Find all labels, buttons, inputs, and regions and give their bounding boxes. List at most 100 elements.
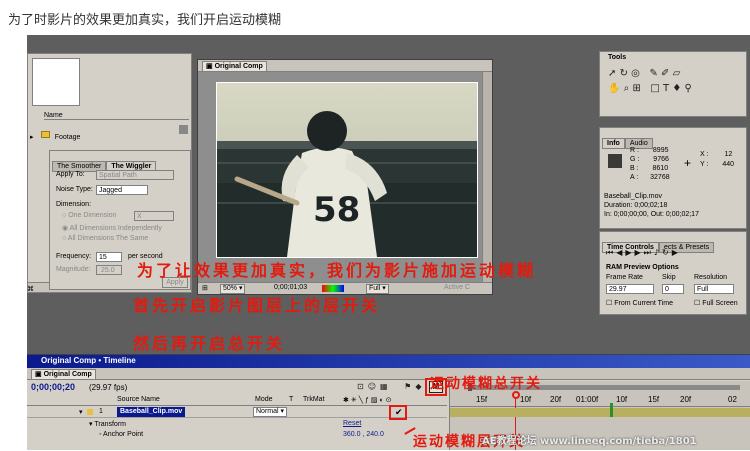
layer-color-label: [87, 409, 93, 415]
panel-bottom-icons: ⌘: [27, 276, 49, 293]
ruler-tick-2: 20f: [550, 395, 562, 404]
skip-input[interactable]: 0: [662, 284, 684, 294]
project-name-header[interactable]: Name: [44, 112, 189, 120]
loop-icon[interactable]: ↻: [662, 248, 672, 257]
from-current-label: From Current Time: [614, 300, 673, 307]
timeline-layer-row[interactable]: ▾ 1 Baseball_Clip.mov Normal ▾ ✔: [27, 407, 447, 418]
pin-icon[interactable]: ◆: [415, 382, 425, 391]
resolution-select-ram[interactable]: Full: [694, 284, 734, 294]
orbit-tool-icon[interactable]: ◎: [631, 68, 640, 79]
resolution-label: Resolution: [694, 274, 728, 281]
anchor-point-value[interactable]: 360.0 , 240.0: [343, 431, 384, 438]
last-frame-icon[interactable]: ⏭: [644, 248, 654, 257]
pen-tool-icon[interactable]: ✎: [649, 68, 657, 79]
zoom-tool-icon[interactable]: ⌕: [624, 83, 630, 94]
ram-preview-icon[interactable]: ▶: [672, 248, 681, 257]
ruler-tick-4: 10f: [616, 395, 628, 404]
color-channel-icon[interactable]: [322, 285, 344, 292]
rectangle-tool-icon[interactable]: □: [650, 83, 659, 94]
comp-time-display[interactable]: 0;00;01;03: [274, 284, 307, 291]
clip-in-out: In: 0;00;00;00, Out: 0;00;02;17: [604, 211, 699, 218]
info-clip-details: Baseball_Clip.mov Duration: 0;00;02;18 I…: [604, 192, 699, 219]
play-icon[interactable]: ▶: [625, 248, 634, 257]
frame-rate-label: Frame Rate: [606, 274, 643, 281]
noise-type-label: Noise Type:: [56, 186, 93, 193]
timeline-comp-tab-label: Original Comp: [43, 371, 92, 378]
tab-info[interactable]: Info: [602, 138, 625, 149]
selection-tool-icon[interactable]: ➚: [608, 68, 616, 79]
apply-to-select[interactable]: Spatial Path: [96, 170, 174, 180]
time-ruler[interactable]: 15f 10f 20f 01:00f 10f 15f 20f 02: [450, 395, 750, 407]
timeline-fps: (29.97 fps): [89, 383, 128, 392]
audio-icon[interactable]: ♪: [654, 248, 662, 257]
one-dimension-select[interactable]: X: [134, 211, 174, 221]
transform-group[interactable]: ▾ Transform: [89, 420, 126, 428]
comp-tab[interactable]: ▣ Original Comp: [202, 61, 267, 72]
hand-tool-icon[interactable]: ✋: [608, 83, 620, 94]
svg-text:58: 58: [313, 190, 360, 230]
transform-reset-link[interactable]: Reset: [343, 420, 361, 427]
ruler-tick-1: 10f: [520, 395, 532, 404]
rotate-tool-icon[interactable]: ↻: [620, 68, 628, 79]
g-label: G :: [630, 156, 640, 163]
shy-icon[interactable]: ☺: [368, 382, 380, 391]
col-t[interactable]: T: [289, 396, 293, 403]
brush-tool-icon[interactable]: ✐: [661, 68, 669, 79]
switches-header-icons: ✱✳╲ƒ▨◐⊙: [343, 397, 394, 404]
g-value: 9766: [653, 156, 669, 163]
first-frame-icon[interactable]: ⏮: [606, 248, 616, 257]
article-caption: 为了时影片的效果更加真实，我们开启运动模糊: [8, 13, 282, 28]
magnitude-input[interactable]: 25.0: [96, 265, 122, 275]
col-source-name[interactable]: Source Name: [117, 396, 160, 403]
full-screen-label: Full Screen: [702, 300, 738, 307]
layer-out-marker: [610, 403, 613, 417]
puppet-tool-icon[interactable]: ⚲: [684, 83, 691, 94]
pan-tool-icon[interactable]: ⊞: [632, 83, 640, 94]
comp-viewer-frame[interactable]: 58: [216, 82, 478, 258]
eraser-tool-icon[interactable]: ▱: [673, 68, 681, 79]
project-footage-row[interactable]: ▸ Footage: [30, 124, 188, 141]
magnitude-label: Magnitude:: [56, 266, 91, 273]
resolution-value: Full: [369, 285, 381, 292]
ram-preview-label: RAM Preview Options: [606, 264, 679, 271]
comp-scrollbar[interactable]: [482, 72, 492, 282]
layer-name[interactable]: Baseball_Clip.mov: [117, 407, 186, 417]
noise-type-select[interactable]: Jagged: [96, 185, 148, 195]
layer-duration-bar[interactable]: [450, 408, 750, 417]
col-mode[interactable]: Mode: [255, 396, 273, 403]
project-scroll-arrow-icon[interactable]: [179, 125, 188, 134]
text-tool-icon[interactable]: T: [663, 83, 669, 94]
full-screen-checkbox[interactable]: ☐ Full Screen: [694, 299, 738, 307]
draft-3d-icon[interactable]: ⊡: [357, 382, 368, 391]
next-frame-icon[interactable]: ▶: [635, 248, 644, 257]
anchor-point-row[interactable]: ◦ Anchor Point: [99, 431, 143, 438]
expand-triangle-icon[interactable]: ▸: [30, 134, 34, 141]
layer-expand-icon[interactable]: ▾: [79, 408, 83, 416]
layer-mode-value: Normal: [256, 408, 279, 415]
ruler-tick-3: 01:00f: [576, 395, 599, 404]
frame-rate-select[interactable]: 29.97: [606, 284, 654, 294]
col-trkmat[interactable]: TrkMat: [303, 396, 325, 403]
frequency-label: Frequency:: [56, 253, 92, 260]
pen-add-icon[interactable]: ♦: [672, 83, 681, 94]
current-timecode[interactable]: 0;00;00;20: [31, 382, 75, 392]
frequency-input[interactable]: 15: [96, 252, 122, 262]
radio-one-dimension[interactable]: ○ One Dimension: [62, 212, 116, 219]
comp-view-icon[interactable]: ⊞: [202, 284, 208, 292]
radio-all-independent[interactable]: ◉ All Dimensions Independently: [62, 224, 162, 232]
timeline-comp-tab[interactable]: ▣ Original Comp: [31, 369, 96, 380]
radio-all-same[interactable]: ○ All Dimensions The Same: [62, 235, 148, 242]
comp-tab-bar: ▣ Original Comp: [198, 60, 492, 72]
camera-select[interactable]: Active C: [444, 284, 470, 291]
from-current-checkbox[interactable]: ☐ From Current Time: [606, 299, 673, 307]
annotation-line-1: 为了让效果更加真实，我们为影片施加运动模糊: [137, 261, 537, 280]
a-label: A :: [630, 174, 639, 181]
r-label: R :: [630, 147, 639, 154]
graph-icon[interactable]: ⚑: [404, 382, 415, 391]
prev-frame-icon[interactable]: ◀: [616, 248, 625, 257]
skip-label: Skip: [662, 274, 676, 281]
layer-mode-select[interactable]: Normal ▾: [253, 407, 288, 417]
flowchart-icon[interactable]: ⌘: [27, 286, 34, 293]
ruler-tick-7: 02: [728, 395, 737, 404]
frame-blend-icon[interactable]: ▦: [380, 382, 392, 391]
